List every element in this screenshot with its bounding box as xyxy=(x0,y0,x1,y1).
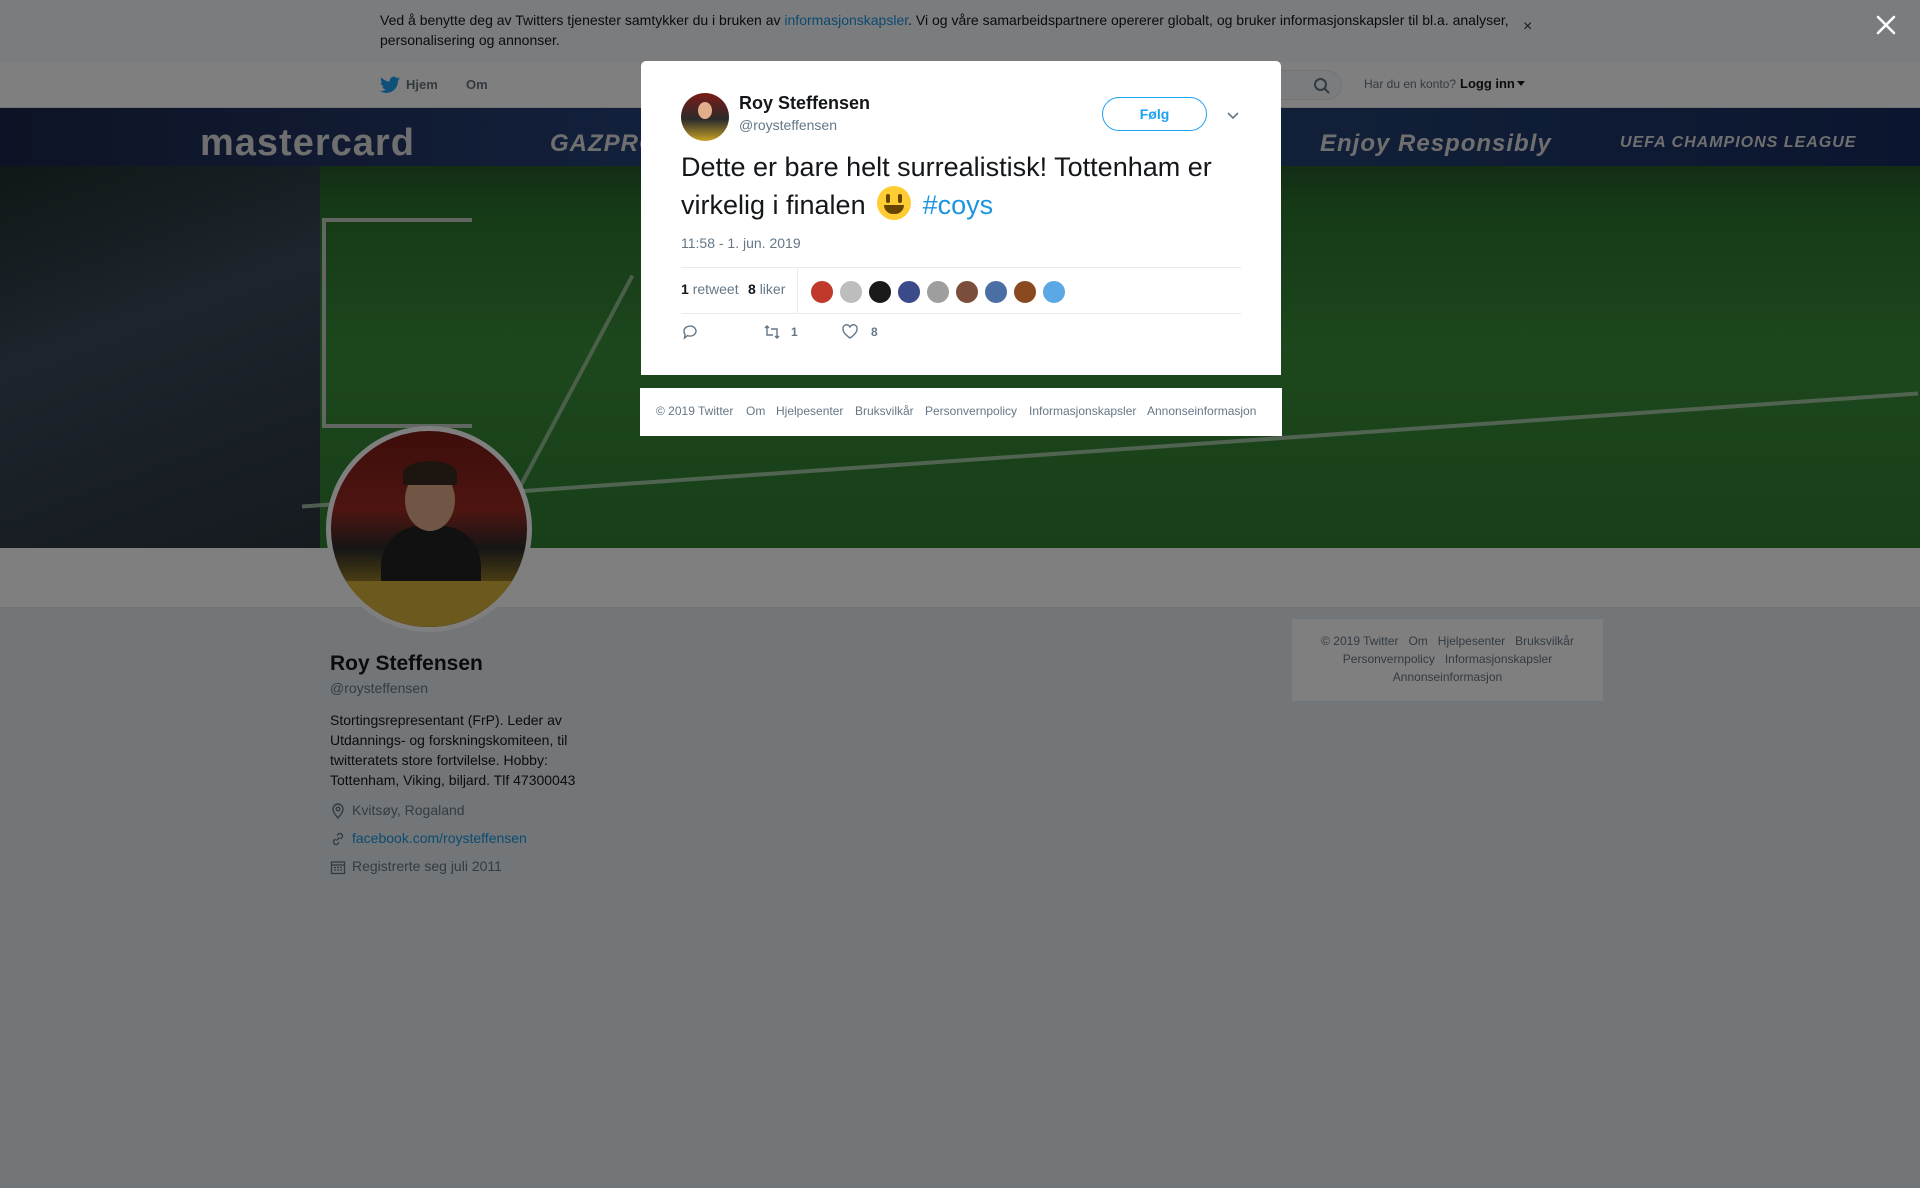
tweet-author-handle[interactable]: @roysteffensen xyxy=(739,117,837,133)
liker-avatar[interactable] xyxy=(926,280,950,304)
chevron-down-icon[interactable] xyxy=(1224,106,1242,124)
retweet-label: retweet xyxy=(692,281,739,297)
liker-avatar[interactable] xyxy=(897,280,921,304)
tweet-timestamp[interactable]: 11:58 - 1. jun. 2019 xyxy=(681,235,801,251)
liker-avatar[interactable] xyxy=(955,280,979,304)
liker-avatar[interactable] xyxy=(868,280,892,304)
footer-link[interactable]: Informasjonskapsler xyxy=(1029,404,1136,418)
footer-link[interactable]: Hjelpesenter xyxy=(776,404,843,418)
close-icon[interactable] xyxy=(1873,12,1899,38)
modal-footer: © 2019 Twitter Om Hjelpesenter Bruksvilk… xyxy=(640,388,1282,436)
tweet-actions: 1 8 xyxy=(681,323,981,343)
retweet-action-count: 1 xyxy=(791,325,798,339)
avatar-face xyxy=(698,102,712,119)
hashtag-link[interactable]: #coys xyxy=(923,190,994,220)
heart-icon xyxy=(842,324,858,339)
tweet-text: Dette er bare helt surrealistisk! Totten… xyxy=(681,149,1251,224)
footer-link[interactable]: Personvernpolicy xyxy=(925,404,1017,418)
like-action-count: 8 xyxy=(871,325,878,339)
like-label: liker xyxy=(759,281,786,297)
tweet-author-avatar[interactable] xyxy=(681,93,729,141)
liker-avatar[interactable] xyxy=(1042,280,1066,304)
smiley-emoji-icon xyxy=(877,186,912,220)
follow-button[interactable]: Følg xyxy=(1102,97,1207,131)
like-count: 8 xyxy=(748,281,756,297)
reply-icon xyxy=(683,325,697,340)
footer-link[interactable]: Annonseinformasjon xyxy=(1147,404,1256,418)
modal-overlay[interactable]: Roy Steffensen @roysteffensen Følg Dette… xyxy=(0,0,1920,1188)
footer-link[interactable]: © 2019 Twitter xyxy=(656,404,733,418)
tweet-stats: 1 retweet 8 liker xyxy=(681,267,1241,314)
footer-link[interactable]: Om xyxy=(746,404,765,418)
retweet-stat[interactable]: 1 retweet xyxy=(681,281,739,297)
liker-avatar[interactable] xyxy=(810,280,834,304)
retweet-icon xyxy=(764,325,780,339)
footer-link[interactable]: Bruksvilkår xyxy=(855,404,914,418)
tweet-modal: Roy Steffensen @roysteffensen Følg Dette… xyxy=(641,61,1281,375)
liker-avatar[interactable] xyxy=(1013,280,1037,304)
stats-divider xyxy=(797,268,798,314)
liker-avatar[interactable] xyxy=(839,280,863,304)
like-stat[interactable]: 8 liker xyxy=(748,281,785,297)
tweet-author-name[interactable]: Roy Steffensen xyxy=(739,93,870,114)
retweet-count: 1 xyxy=(681,281,689,297)
liker-avatar[interactable] xyxy=(984,280,1008,304)
